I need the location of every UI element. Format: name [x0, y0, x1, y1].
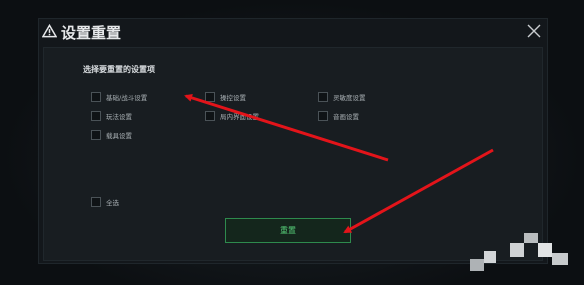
blurred-watermark [462, 225, 582, 283]
annotation-arrow [184, 93, 389, 162]
annotation-arrow [343, 148, 494, 234]
